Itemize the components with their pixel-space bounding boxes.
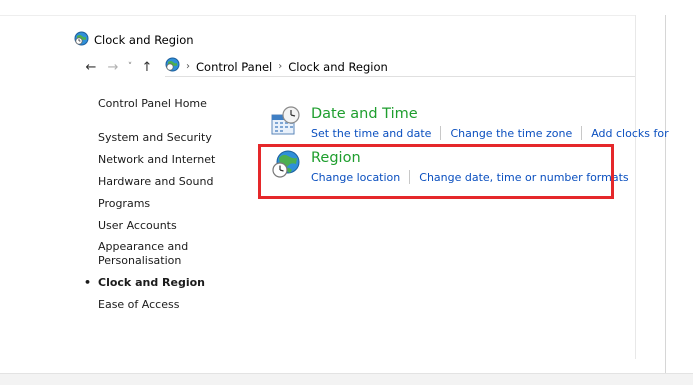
sidebar-item-ease-of-access[interactable]: Ease of Access xyxy=(98,297,248,319)
content-scroll-region xyxy=(635,15,666,359)
forward-arrow-icon[interactable]: → xyxy=(102,60,124,75)
sidebar-item-appearance-and-personalisation[interactable]: Appearance and Personalisation xyxy=(98,240,248,275)
back-arrow-icon[interactable]: ← xyxy=(80,60,102,75)
up-arrow-icon[interactable]: ↑ xyxy=(136,60,158,75)
sidebar-item-network-and-internet[interactable]: Network and Internet xyxy=(98,152,248,174)
breadcrumb-clock-and-region[interactable]: Clock and Region xyxy=(288,60,388,74)
region-highlight-box xyxy=(258,144,614,199)
set-time-and-date-link[interactable]: Set the time and date xyxy=(311,127,431,140)
sidebar-item-label: Clock and Region xyxy=(98,276,205,289)
sidebar-item-system-and-security[interactable]: System and Security xyxy=(98,130,248,152)
link-divider xyxy=(440,126,442,140)
change-time-zone-link[interactable]: Change the time zone xyxy=(450,127,572,140)
sidebar-item-clock-and-region: • Clock and Region xyxy=(84,275,248,297)
navigation-bar: ← → ˅ ↑ xyxy=(80,57,158,77)
category-date-and-time: Date and Time Set the time and date Chan… xyxy=(270,105,669,141)
address-location-icon xyxy=(165,57,180,76)
sidebar-item-control-panel-home[interactable]: Control Panel Home xyxy=(98,96,248,118)
right-side-panel xyxy=(665,15,693,374)
breadcrumb-control-panel[interactable]: Control Panel xyxy=(196,60,272,74)
current-item-bullet: • xyxy=(84,276,92,289)
sidebar-item-user-accounts[interactable]: User Accounts xyxy=(98,218,248,240)
date-and-time-content: Date and Time Set the time and date Chan… xyxy=(311,105,669,141)
date-and-time-title[interactable]: Date and Time xyxy=(311,105,669,123)
clock-region-app-icon xyxy=(74,31,89,50)
address-bar[interactable]: › Control Panel › Clock and Region xyxy=(165,57,635,77)
breadcrumb-separator: › xyxy=(186,61,190,72)
sidebar: Control Panel Home System and Security N… xyxy=(84,96,248,319)
top-divider xyxy=(0,15,635,16)
bottom-border xyxy=(0,373,693,385)
link-divider xyxy=(581,126,583,140)
recent-locations-chevron-icon[interactable]: ˅ xyxy=(124,62,136,72)
add-clocks-link[interactable]: Add clocks for d xyxy=(591,127,669,140)
sidebar-item-programs[interactable]: Programs xyxy=(98,196,248,218)
date-and-time-links: Set the time and date Change the time zo… xyxy=(311,126,669,140)
breadcrumb-separator: › xyxy=(278,61,283,72)
clock-calendar-icon xyxy=(270,105,311,141)
window-title: Clock and Region xyxy=(94,33,194,47)
window-titlebar: Clock and Region xyxy=(74,31,194,49)
sidebar-item-hardware-and-sound[interactable]: Hardware and Sound xyxy=(98,174,248,196)
